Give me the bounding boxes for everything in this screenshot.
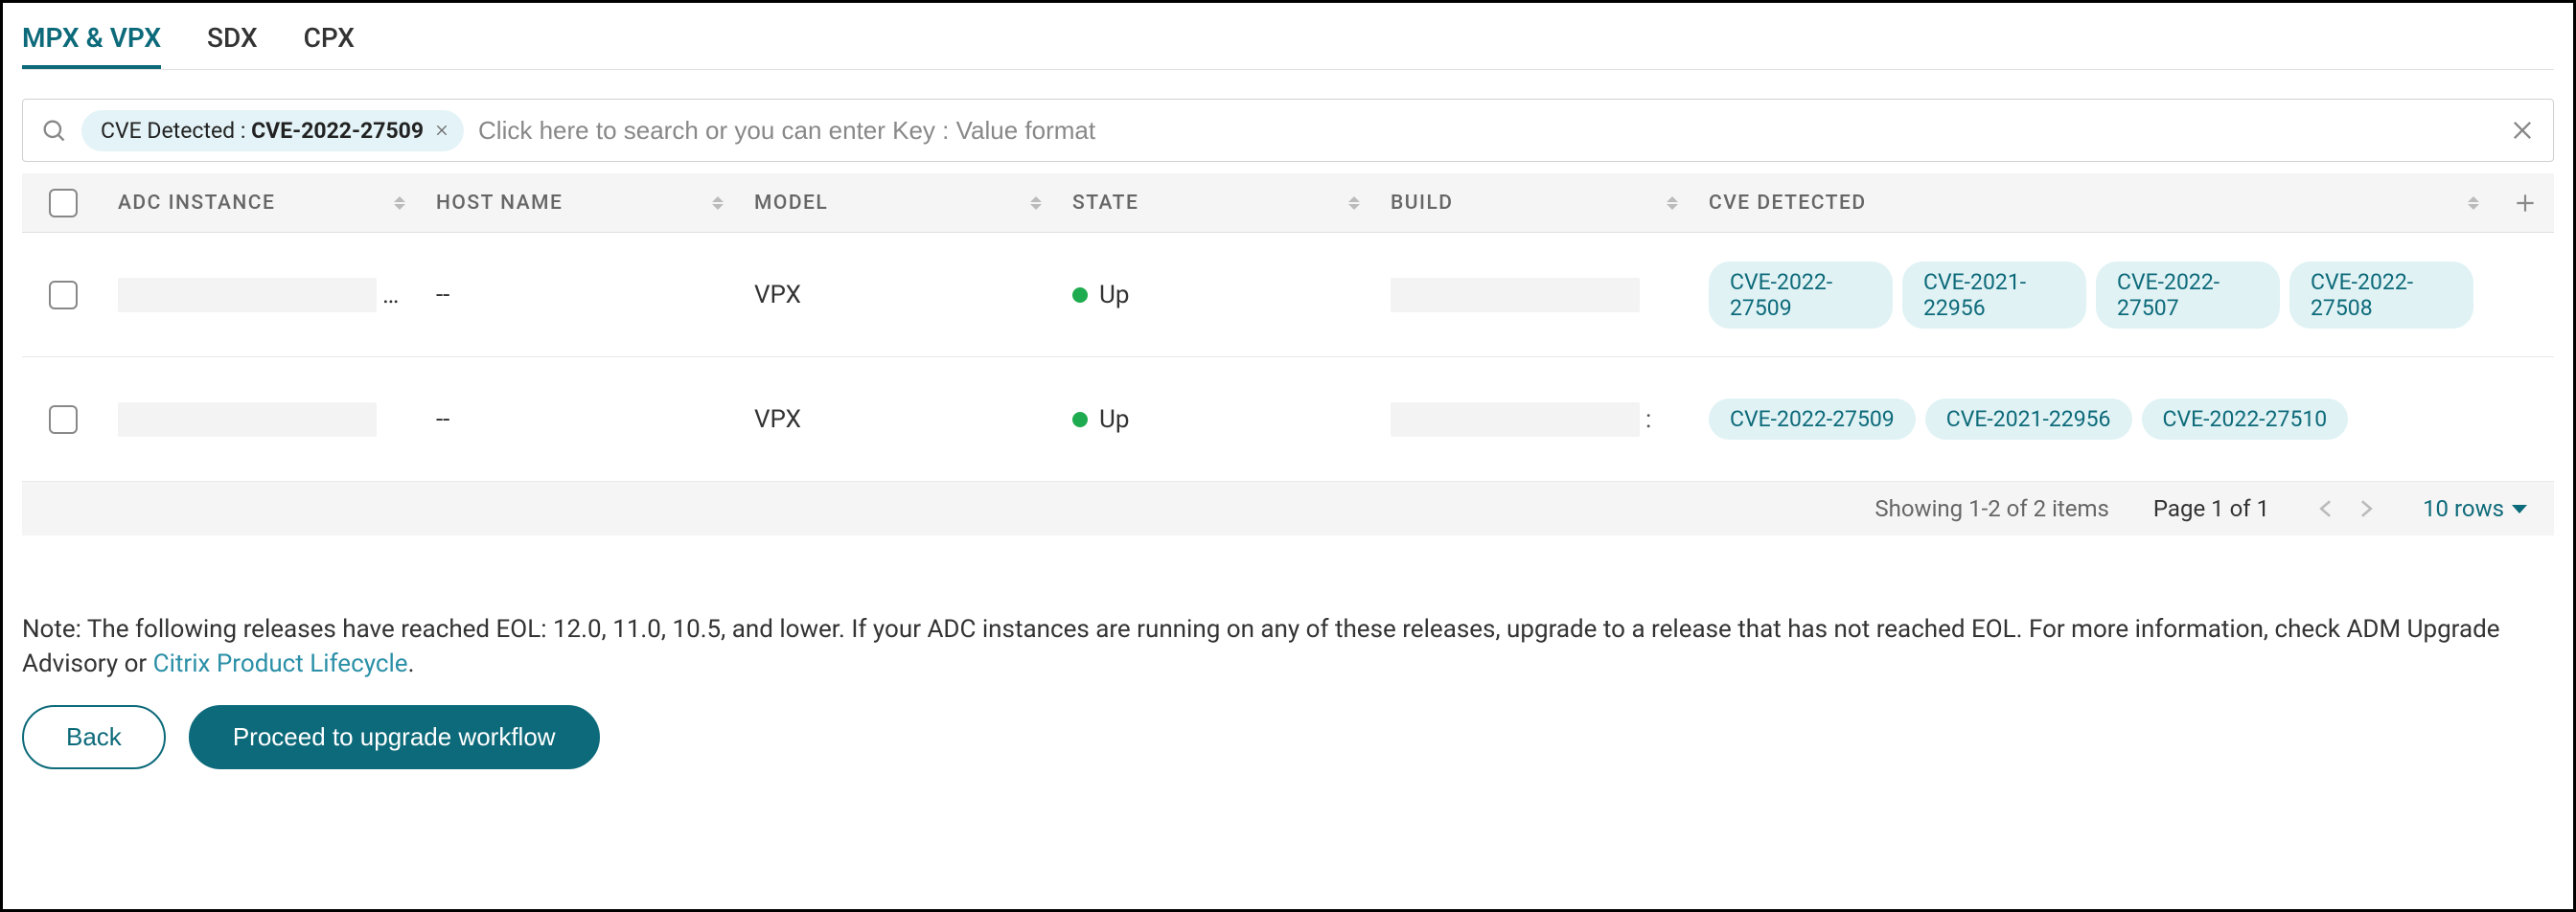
chip-remove-icon[interactable] bbox=[433, 122, 450, 139]
sort-icon[interactable] bbox=[394, 196, 405, 210]
model-value: VPX bbox=[754, 405, 801, 434]
state-up-dot-icon bbox=[1072, 412, 1088, 427]
row-checkbox[interactable] bbox=[49, 405, 78, 434]
host-name-value: -- bbox=[436, 405, 449, 434]
table-row: -- VPX Up : CVE-2022-27509 CVE-2021-2295… bbox=[22, 357, 2554, 482]
sort-icon[interactable] bbox=[712, 196, 724, 210]
rows-per-page-select[interactable]: 10 rows bbox=[2423, 495, 2527, 522]
adc-instance-redacted bbox=[118, 278, 377, 312]
build-redacted bbox=[1391, 278, 1640, 312]
instances-table: ADC INSTANCE HOST NAME MODEL STATE BUILD… bbox=[22, 173, 2554, 536]
build-suffix: : bbox=[1645, 405, 1651, 434]
search-icon bbox=[40, 117, 67, 144]
page-next-icon[interactable] bbox=[2356, 500, 2379, 517]
cve-pill[interactable]: CVE-2021-22956 bbox=[1902, 262, 2086, 329]
add-column-icon[interactable] bbox=[2512, 190, 2539, 217]
col-header-adc-instance[interactable]: ADC INSTANCE bbox=[118, 192, 275, 215]
cve-pill[interactable]: CVE-2022-27509 bbox=[1709, 399, 1916, 440]
sort-icon[interactable] bbox=[1667, 196, 1678, 210]
citrix-product-lifecycle-link[interactable]: Citrix Product Lifecycle bbox=[153, 650, 408, 678]
proceed-upgrade-button[interactable]: Proceed to upgrade workflow bbox=[189, 705, 600, 769]
search-input[interactable] bbox=[478, 116, 2495, 146]
col-header-state[interactable]: STATE bbox=[1072, 192, 1138, 215]
tab-sdx[interactable]: SDX bbox=[207, 22, 258, 69]
chevron-down-icon bbox=[2512, 505, 2527, 513]
page-prev-icon[interactable] bbox=[2313, 500, 2336, 517]
model-value: VPX bbox=[754, 281, 801, 309]
host-name-value: -- bbox=[436, 281, 449, 309]
filter-chip-cve-detected[interactable]: CVE Detected : CVE-2022-27509 bbox=[81, 110, 464, 151]
rows-per-page-label: 10 rows bbox=[2423, 495, 2504, 522]
action-buttons: Back Proceed to upgrade workflow bbox=[22, 705, 2554, 769]
instance-truncate: … bbox=[382, 281, 399, 309]
table-row: … -- VPX Up CVE-2022-27509 CVE-2021-2295… bbox=[22, 233, 2554, 357]
col-header-model[interactable]: MODEL bbox=[754, 192, 828, 215]
back-button[interactable]: Back bbox=[22, 705, 166, 769]
tab-cpx[interactable]: CPX bbox=[304, 22, 355, 69]
tabs-bar: MPX & VPX SDX CPX bbox=[22, 3, 2554, 70]
state-up-dot-icon bbox=[1072, 287, 1088, 303]
col-header-host-name[interactable]: HOST NAME bbox=[436, 192, 563, 215]
row-checkbox[interactable] bbox=[49, 281, 78, 309]
note-text-after: . bbox=[408, 650, 415, 678]
state-value: Up bbox=[1099, 281, 1129, 309]
pagination-summary: Showing 1-2 of 2 items bbox=[1874, 495, 2109, 522]
search-bar: CVE Detected : CVE-2022-27509 bbox=[22, 99, 2554, 162]
cve-pill[interactable]: CVE-2022-27510 bbox=[2142, 399, 2349, 440]
cve-pill[interactable]: CVE-2022-27508 bbox=[2289, 262, 2473, 329]
build-redacted bbox=[1391, 402, 1640, 437]
eol-note: Note: The following releases have reache… bbox=[22, 612, 2554, 682]
col-header-cve-detected[interactable]: CVE DETECTED bbox=[1709, 192, 1867, 215]
sort-icon[interactable] bbox=[1030, 196, 1042, 210]
col-header-build[interactable]: BUILD bbox=[1391, 192, 1454, 215]
sort-icon[interactable] bbox=[1348, 196, 1360, 210]
chip-value: CVE-2022-27509 bbox=[251, 118, 424, 144]
pagination-page: Page 1 of 1 bbox=[2153, 495, 2269, 522]
chip-label: CVE Detected : bbox=[101, 118, 251, 144]
cve-pill[interactable]: CVE-2022-27507 bbox=[2096, 262, 2280, 329]
state-value: Up bbox=[1099, 405, 1129, 434]
table-header-row: ADC INSTANCE HOST NAME MODEL STATE BUILD… bbox=[22, 173, 2554, 233]
clear-search-icon[interactable] bbox=[2509, 117, 2536, 144]
table-footer: Showing 1-2 of 2 items Page 1 of 1 10 ro… bbox=[22, 482, 2554, 536]
cve-pill[interactable]: CVE-2022-27509 bbox=[1709, 262, 1893, 329]
select-all-checkbox[interactable] bbox=[49, 189, 78, 217]
sort-icon[interactable] bbox=[2468, 196, 2479, 210]
tab-mpx-vpx[interactable]: MPX & VPX bbox=[22, 22, 161, 69]
cve-pill[interactable]: CVE-2021-22956 bbox=[1925, 399, 2132, 440]
adc-instance-redacted bbox=[118, 402, 377, 437]
